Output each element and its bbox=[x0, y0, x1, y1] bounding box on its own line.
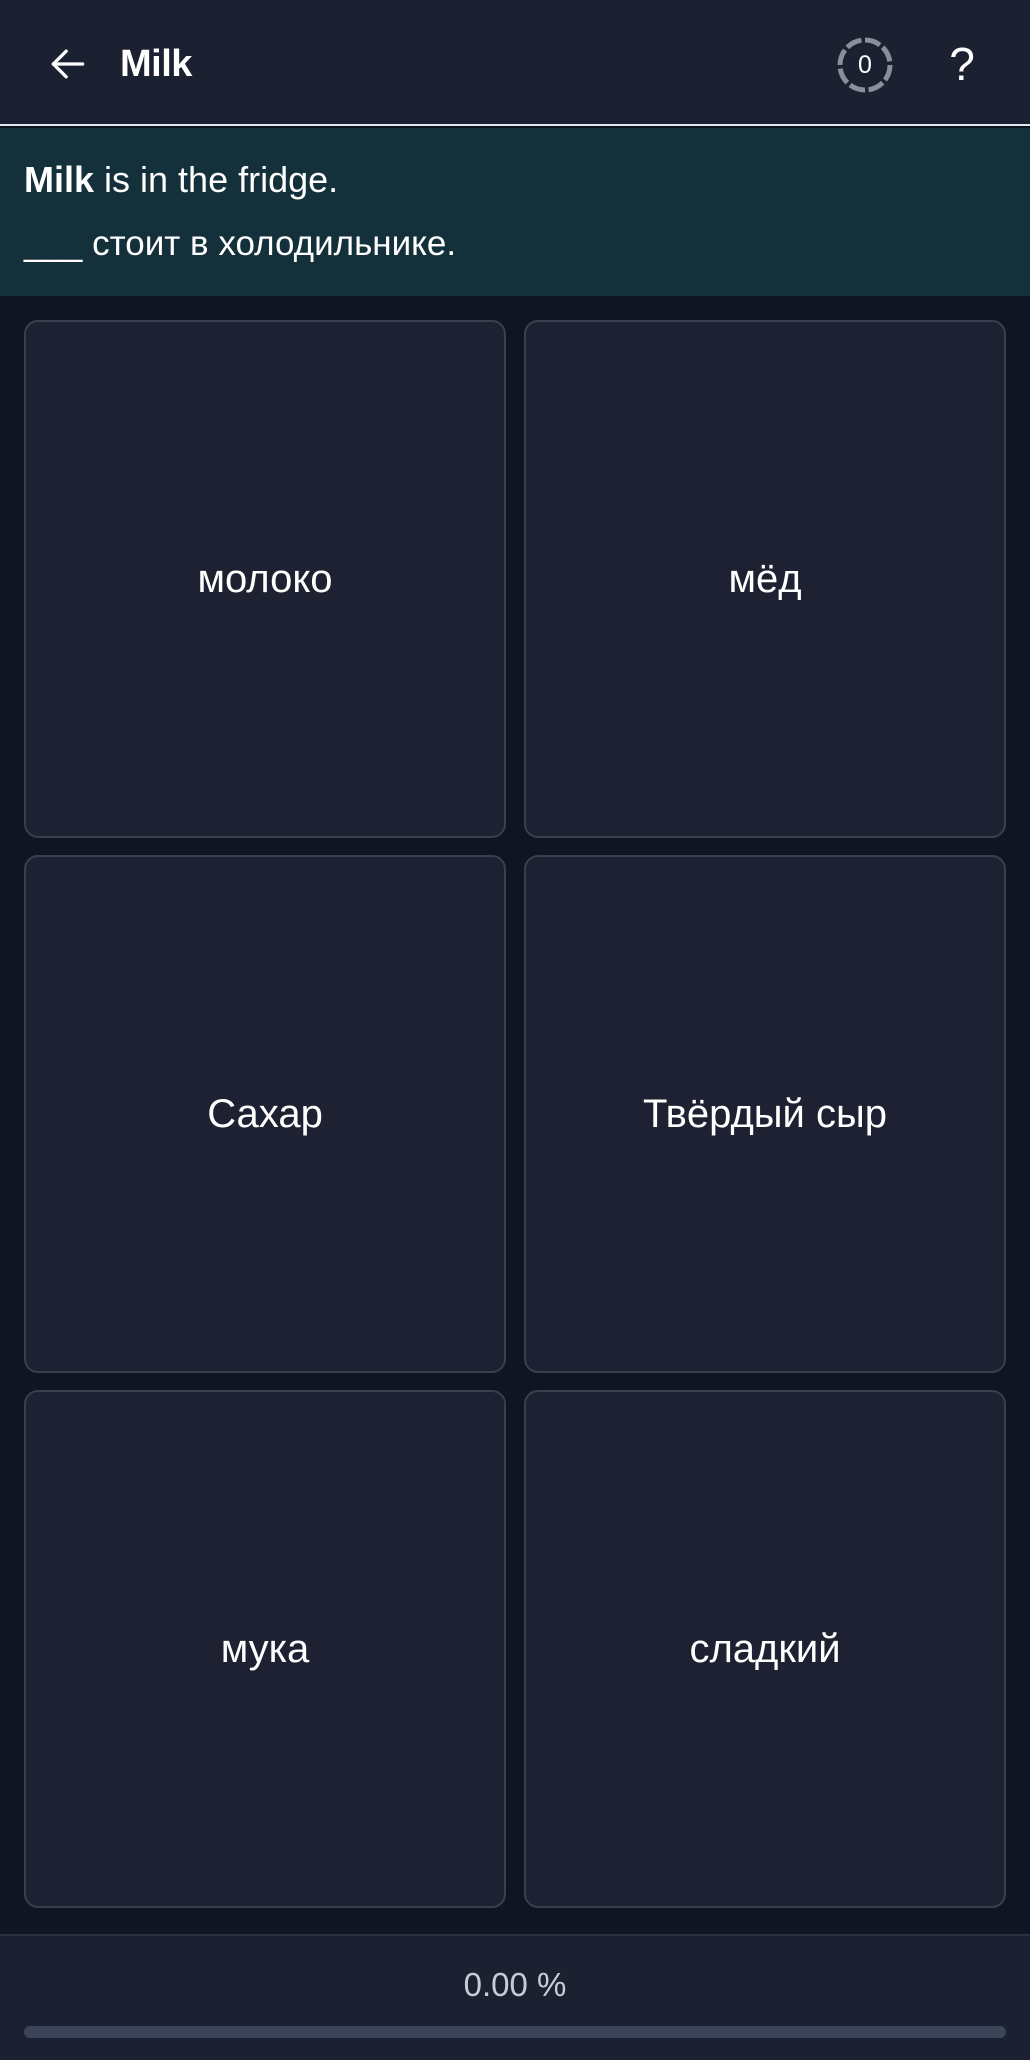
answer-grid: молоко мёд Сахар Твёрдый сыр мука сладки… bbox=[24, 320, 1006, 1908]
counter-value: 0 bbox=[858, 50, 872, 79]
highlighted-word: Milk bbox=[24, 159, 95, 200]
answer-option-5[interactable]: мука bbox=[24, 1390, 506, 1908]
top-bar: Milk 0 ? bbox=[0, 0, 1030, 126]
english-sentence: Milk is in the fridge. bbox=[24, 158, 338, 202]
score-counter[interactable]: 0 bbox=[836, 36, 894, 94]
arrow-left-icon bbox=[51, 49, 85, 79]
app-root: Milk 0 ? Milk is in the fridge. ___ стои… bbox=[0, 0, 1030, 2060]
progress-bar bbox=[24, 2026, 1006, 2038]
answer-option-1[interactable]: молоко bbox=[24, 320, 506, 838]
answer-option-2[interactable]: мёд bbox=[524, 320, 1006, 838]
sentence-rest: is in the fridge. bbox=[94, 159, 339, 200]
back-button[interactable] bbox=[36, 32, 100, 96]
question-panel: Milk is in the fridge. ___ стоит в холод… bbox=[0, 128, 1030, 296]
answer-option-6[interactable]: сладкий bbox=[524, 1390, 1006, 1908]
answer-option-3[interactable]: Сахар bbox=[24, 855, 506, 1373]
translation-sentence: ___ стоит в холодильнике. bbox=[24, 222, 456, 266]
blank-placeholder: ___ bbox=[24, 224, 83, 263]
translation-rest: стоит в холодильнике. bbox=[82, 224, 457, 263]
help-button[interactable]: ? bbox=[930, 32, 994, 96]
progress-percent: 0.00 % bbox=[463, 1966, 567, 2003]
progress-footer: 0.00 % bbox=[0, 1934, 1030, 2060]
answer-option-4[interactable]: Твёрдый сыр bbox=[524, 855, 1006, 1373]
page-title: Milk bbox=[120, 43, 192, 85]
